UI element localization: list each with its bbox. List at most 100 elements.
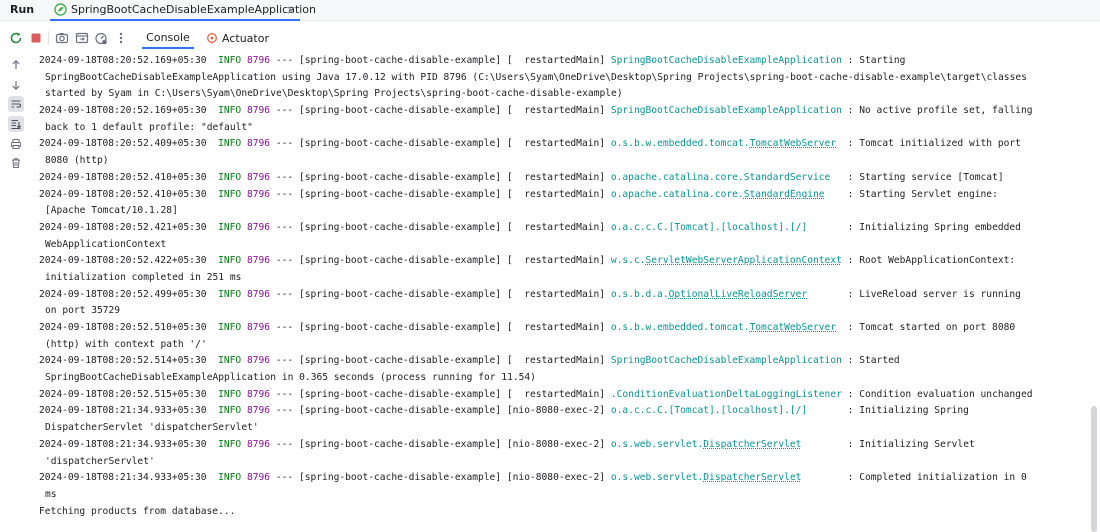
log-thread: --- [spring-boot-cache-disable-example] … [270,55,611,66]
console-line: 2024-09-18T08:20:52.410+05:30 INFO 8796 … [39,170,1085,187]
log-level: INFO [206,355,247,367]
log-pid: 8796 [246,438,271,450]
log-logger-link[interactable]: DispatcherServlet [703,472,801,483]
log-timestamp: 2024-09-18T08:21:34.933+05:30 [39,438,207,450]
log-message: : Initializing Spring [807,405,969,417]
log-timestamp: 2024-09-18T08:21:34.933+05:30 [39,405,207,417]
camera-icon[interactable] [54,30,70,46]
log-pid: 8796 [246,138,271,150]
log-pid: 8796 [246,472,271,484]
log-logger: o.s.web.servlet. [610,472,704,484]
rerun-icon[interactable] [8,30,24,46]
log-timestamp: 2024-09-18T08:20:52.515+05:30 [39,388,207,400]
console-line: Fetching products from database... [39,504,1085,521]
log-thread: --- [spring-boot-cache-disable-example] … [270,138,611,150]
log-logger-link[interactable]: TomcatWebServer [749,138,836,149]
log-message: : Initializing Servlet [801,438,975,450]
log-logger: o.s.web.servlet. [610,438,704,450]
log-thread: --- [spring-boot-cache-disable-example] … [270,355,611,367]
console-line: 2024-09-18T08:20:52.422+05:30 INFO 8796 … [39,253,1085,270]
log-message: : Tomcat started on port 8080 [836,322,1016,333]
log-pid: 8796 [246,388,271,400]
run-configuration-tab[interactable]: SpringBootCacheDisableExampleApplication… [50,0,316,21]
log-timestamp: 2024-09-18T08:20:52.422+05:30 [39,255,207,267]
console-line: DispatcherServlet 'dispatcherServlet' [39,420,1085,437]
log-message-continued: [Apache Tomcat/10.1.28] [45,205,178,217]
restore-layout-icon[interactable] [74,30,90,46]
log-logger: SpringBootCacheDisableExampleApplication [610,355,842,367]
log-level: INFO [206,438,247,450]
log-level: INFO [206,138,247,150]
log-message-continued: 8080 (http) [45,155,109,167]
run-toolbar: Console Actuator [0,27,1100,49]
log-logger: o.a.c.c.C.[Tomcat].[localhost].[/] [610,405,808,417]
log-timestamp: 2024-09-18T08:20:52.410+05:30 [39,171,207,183]
spring-boot-icon [54,3,67,16]
console-line: 'dispatcherServlet' [39,454,1085,471]
log-thread: --- [spring-boot-cache-disable-example] … [270,221,611,233]
log-thread: --- [spring-boot-cache-disable-example] … [270,322,611,333]
log-level: INFO [206,288,247,300]
console-line: 8080 (http) [39,153,1085,170]
log-timestamp: 2024-09-18T08:20:52.169+05:30 [39,105,207,117]
stop-icon[interactable] [28,30,44,46]
log-message-continued: 'dispatcherServlet' [45,455,155,467]
console-line: 2024-09-18T08:20:52.169+05:30 INFO 8796 … [39,103,1085,120]
log-pid: 8796 [246,288,271,300]
toolbar-separator [48,31,49,45]
log-logger: w.s.c. [610,255,646,267]
tab-console-label: Console [146,30,190,44]
log-message: : Starting [841,55,906,66]
console-line: on port 35729 [39,303,1085,320]
log-thread: --- [spring-boot-cache-disable-example] … [270,171,611,183]
log-logger-link[interactable]: ServletWebServerApplicationContext [646,255,842,266]
log-timestamp: 2024-09-18T08:20:52.499+05:30 [39,288,207,300]
log-level: INFO [206,221,247,233]
scroll-to-end-icon[interactable] [8,116,24,132]
tab-actuator[interactable]: Actuator [206,27,269,49]
log-level: INFO [206,472,247,484]
arrow-down-icon[interactable] [8,77,24,93]
tab-console[interactable]: Console [142,27,194,49]
console-line: 2024-09-18T08:20:52.169+05:30 INFO 8796 … [39,53,1085,70]
log-pid: 8796 [246,405,271,417]
console-line: 2024-09-18T08:21:34.933+05:30 INFO 8796 … [39,437,1085,454]
console-scrollbar[interactable] [1091,406,1097,532]
log-logger-link[interactable]: OptionalLiveReloadServer [669,289,808,300]
log-logger-link[interactable]: StandardEngine [744,189,825,200]
console-output[interactable]: 2024-09-18T08:20:52.169+05:30 INFO 8796 … [39,53,1085,532]
close-icon[interactable]: × [286,3,296,17]
log-message-continued: DispatcherServlet 'dispatcherServlet' [45,422,259,434]
log-pid: 8796 [246,255,271,267]
profiler-icon[interactable] [93,30,109,46]
log-level: INFO [206,171,247,183]
log-timestamp: 2024-09-18T08:20:52.514+05:30 [39,355,207,367]
console-line: 2024-09-18T08:20:52.510+05:30 INFO 8796 … [39,320,1085,337]
log-message-continued: started by Syam in C:\Users\Syam\OneDriv… [45,88,623,100]
log-logger-link[interactable]: DispatcherServlet [703,439,801,450]
log-timestamp: 2024-09-18T08:20:52.510+05:30 [39,322,207,333]
log-pid: 8796 [246,188,271,200]
log-message-continued: back to 1 default profile: "default" [45,121,253,133]
console-line: initialization completed in 251 ms [39,270,1085,287]
console-line: (http) with context path '/' [39,337,1085,354]
log-message: : Condition evaluation unchanged [841,388,1033,400]
print-icon[interactable] [8,136,24,152]
log-thread: --- [spring-boot-cache-disable-example] … [270,288,611,300]
arrow-up-icon[interactable] [8,57,24,73]
log-pid: 8796 [246,221,271,233]
log-timestamp: 2024-09-18T08:20:52.421+05:30 [39,221,207,233]
console-line: 2024-09-18T08:20:52.499+05:30 INFO 8796 … [39,287,1085,304]
log-message-continued: WebApplicationContext [45,238,167,250]
soft-wrap-icon[interactable] [8,96,24,112]
log-level: INFO [206,55,247,66]
log-logger: o.apache.catalina.core. [610,188,744,200]
console-line: 2024-09-18T08:20:52.410+05:30 INFO 8796 … [39,187,1085,204]
trash-icon[interactable] [8,155,24,171]
log-level: INFO [206,405,247,417]
log-logger-link[interactable]: TomcatWebServer [749,322,836,333]
more-options-icon[interactable] [113,30,129,46]
log-message: : No active profile set, falling [841,105,1033,117]
log-level: INFO [206,255,247,267]
log-message-continued: SpringBootCacheDisableExampleApplication… [45,372,536,384]
